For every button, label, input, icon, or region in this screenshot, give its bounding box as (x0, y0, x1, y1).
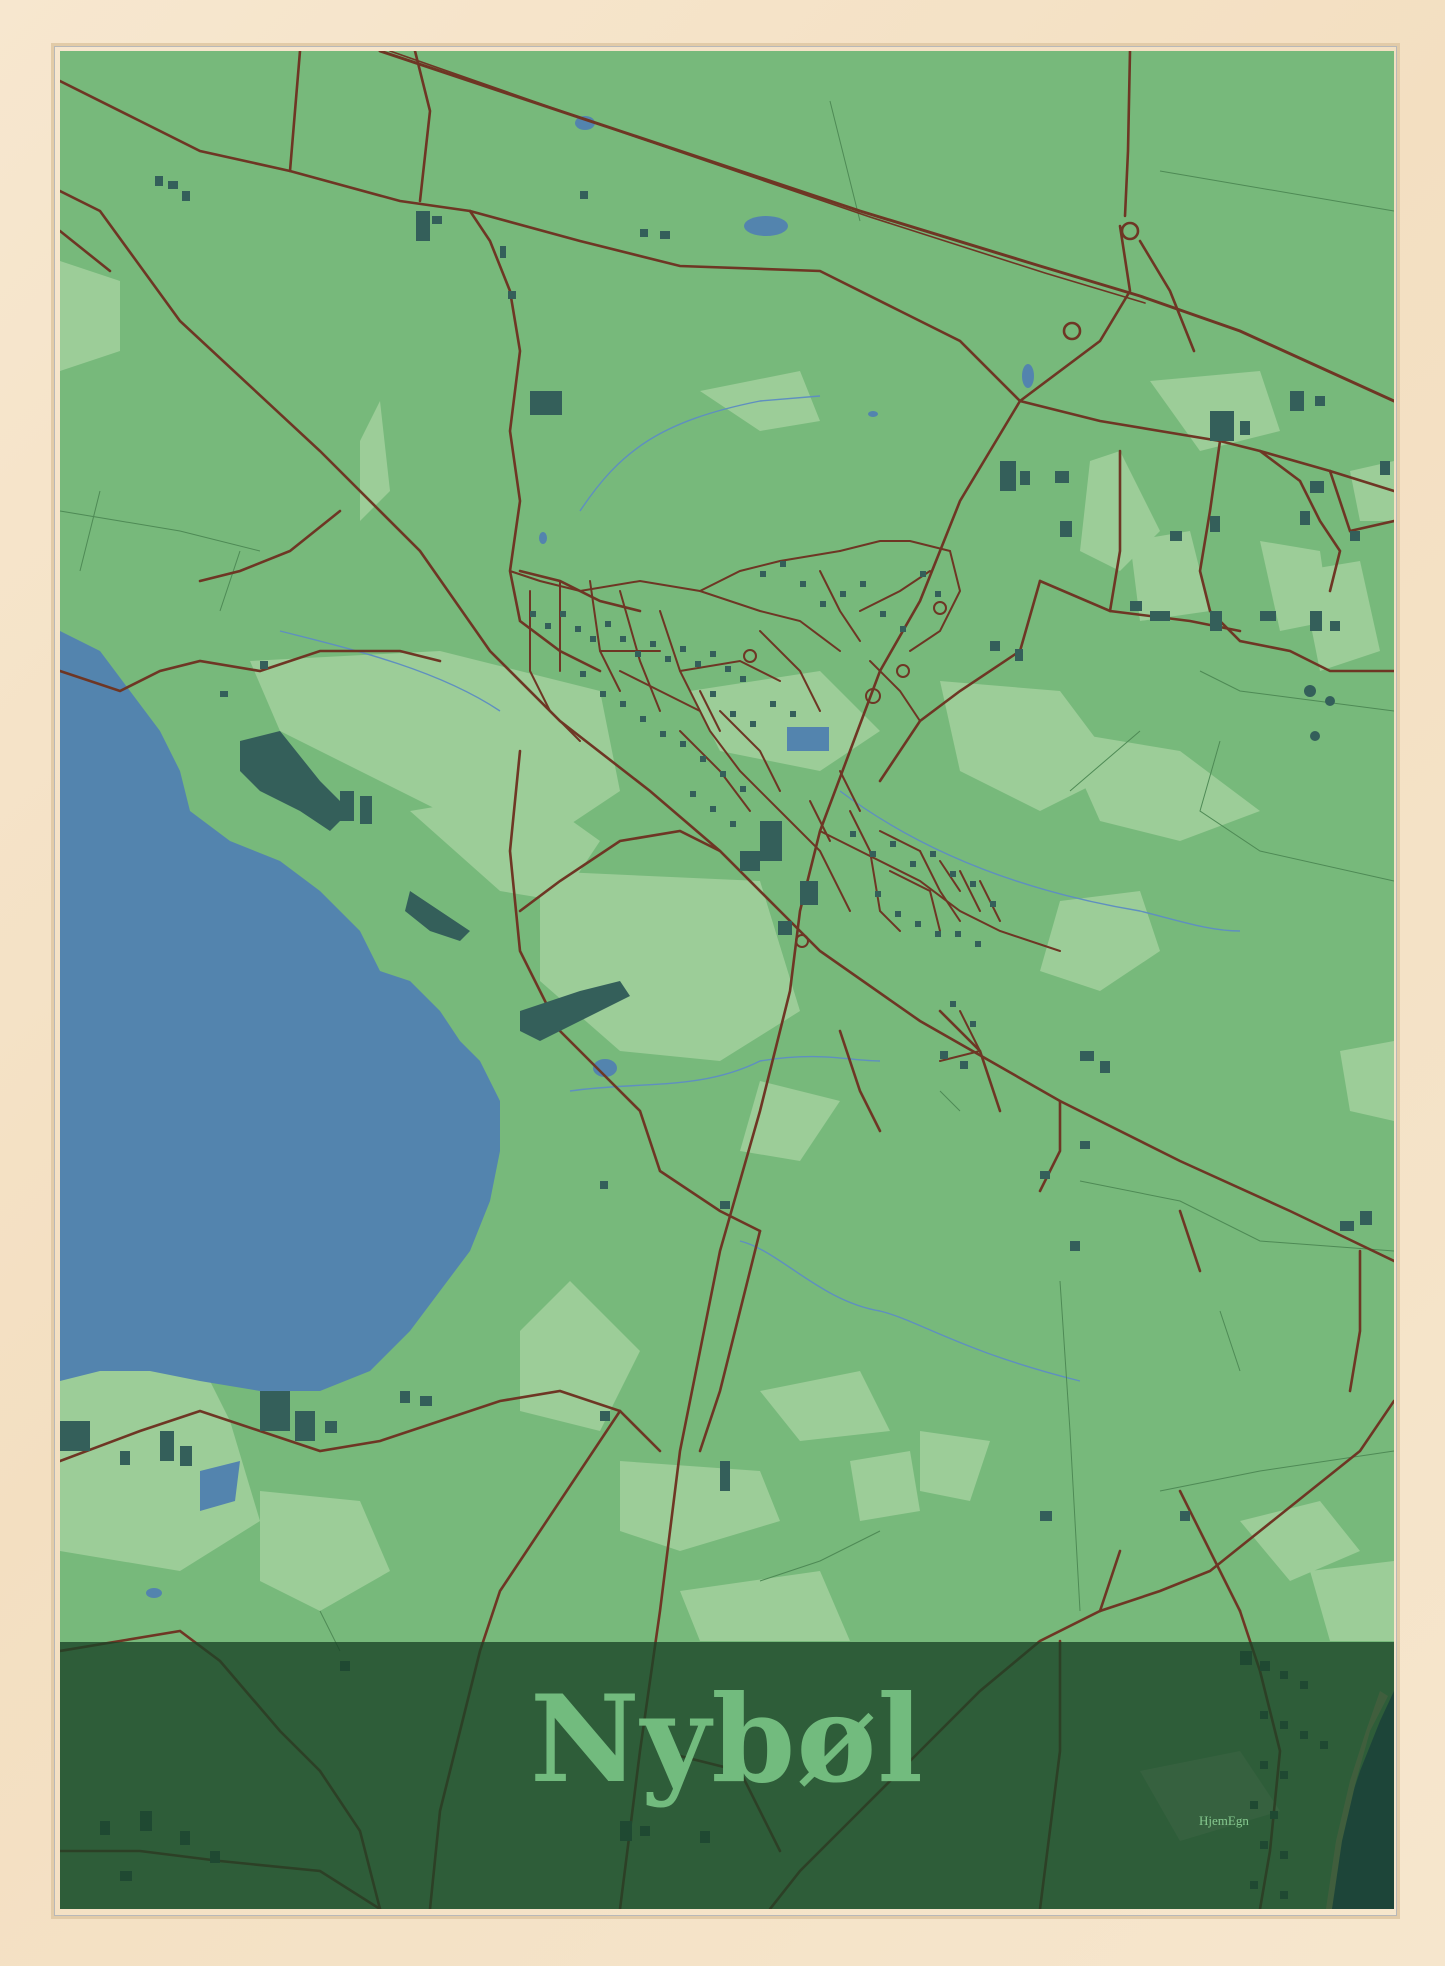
map-area: Nybøl HjemEgn (60, 51, 1394, 1909)
map-svg (60, 51, 1394, 1909)
brand-logo: HjemEgn (1199, 1813, 1249, 1828)
roundabouts (743, 601, 947, 948)
poster-title: Nybøl (530, 1669, 924, 1810)
